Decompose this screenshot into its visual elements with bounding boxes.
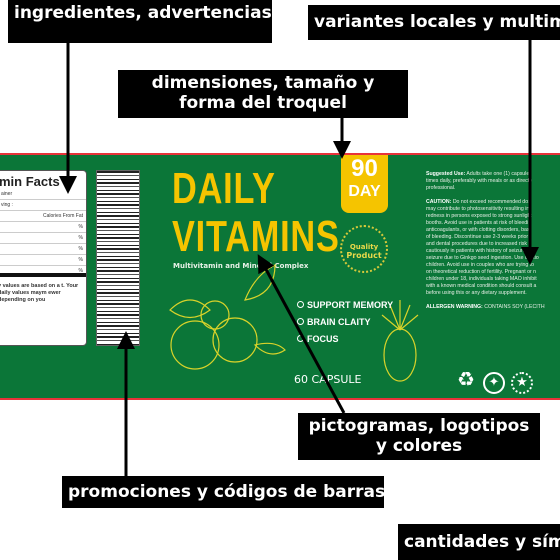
benefit-text: SUPPORT MEMORY [307, 300, 394, 310]
facts-row: % [0, 233, 86, 244]
benefit-item: BRAIN CLAITY [297, 317, 371, 327]
facts-row: ainer [0, 189, 86, 200]
nutrition-facts-panel: min Facts ainer ving : Calories From Fat… [0, 170, 87, 346]
facts-title: min Facts [0, 174, 60, 189]
facts-row: % [0, 222, 86, 233]
benefit-item: SUPPORT MEMORY [297, 300, 393, 310]
annotation-pictograms: pictogramas, logotipos y colores [298, 413, 540, 460]
day-badge: 90 DAY [341, 155, 388, 213]
text-line: of bleeding. Discontinue use 2-3 weeks p… [426, 234, 531, 240]
title-line: VITAMINS [172, 212, 340, 261]
title-line: DAILY [172, 164, 276, 213]
product-subtitle: Multivitamin and Mineral Complex [173, 262, 309, 270]
text-line: seizure due to Ginkgo seed ingestion. Us… [426, 255, 539, 261]
annotation-variants: variantes locales y multim [308, 5, 560, 40]
product-title: DAILY VITAMINS [172, 165, 340, 261]
text-line: may contribute to photosensitivity resul… [426, 206, 530, 212]
quality-product-seal-icon: ★ [511, 372, 533, 394]
directions-text: Suggested Use: Adults take one (1) capsu… [426, 171, 560, 311]
facts-row: % [0, 244, 86, 255]
allergen-warning: ALLERGEN WARNING: CONTAINS SOY (LECITH [426, 304, 560, 311]
certified-seal-icon: ✦ [483, 372, 505, 394]
annotation-ingredients: ingredientes, advertencias, direcciones [8, 0, 272, 43]
text-line: redness in persons exposed to strong sun… [426, 213, 532, 219]
annotation-promotions: promociones y códigos de barras [62, 476, 384, 508]
quality-seal-icon: Quality Product [340, 225, 388, 273]
text-line: Adults take one (1) capsule [466, 171, 530, 177]
text-line: CONTAINS SOY (LECITH [484, 304, 545, 310]
text-line: before using this or any dietary supplem… [426, 290, 527, 296]
benefit-text: FOCUS [307, 334, 339, 344]
allergen-heading: ALLERGEN WARNING: [426, 304, 483, 310]
text-line: cautiously in patients with history of s… [426, 248, 537, 254]
badge-unit: DAY [348, 183, 381, 200]
text-line: professional. [426, 185, 456, 191]
circle-icon [297, 335, 304, 342]
text-line: children under 18, individuals taking MA… [426, 276, 537, 282]
facts-row: % [0, 266, 86, 277]
caution-heading: CAUTION: [426, 199, 452, 205]
seal-main: Product [346, 251, 382, 260]
seal-top: Quality [349, 243, 379, 251]
text-line: and dental procedures due to increased r… [426, 241, 532, 247]
badge-number: 90 [351, 155, 378, 182]
barcode [96, 170, 140, 346]
text-line: booths. Avoid use in patients at risk of… [426, 220, 532, 226]
benefit-text: BRAIN CLAITY [307, 317, 371, 327]
text-line: children. Avoid use in couples who are t… [426, 262, 535, 268]
text-line: with a known medical condition should co… [426, 283, 537, 289]
text-line: times daily, preferably with meals or as… [426, 178, 532, 184]
text-line: anticoagulants, or with clotting disorde… [426, 227, 530, 233]
annotation-dimensions: dimensiones, tamaño y forma del troquel [118, 70, 408, 118]
facts-row: Calories From Fat [0, 211, 86, 222]
suggested-use: Suggested Use: Adults take one (1) capsu… [426, 171, 560, 178]
facts-footer: y values are based on a t. Your daily va… [0, 283, 79, 303]
caution: CAUTION: Do not exceed recommended dos [426, 199, 560, 206]
text-line: on theoretical reduction of fertility. P… [426, 269, 537, 275]
capsule-count: 60 CAPSULE [294, 373, 362, 386]
suggested-heading: Suggested Use: [426, 171, 466, 177]
facts-row: ving : [0, 200, 86, 211]
recycle-icon: ♻ [457, 367, 475, 391]
text-line: Do not exceed recommended dos [452, 199, 531, 205]
circle-icon [297, 301, 304, 308]
circle-icon [297, 318, 304, 325]
benefit-item: FOCUS [297, 334, 339, 344]
facts-row: % [0, 255, 86, 266]
certification-icons: ♻ ✦ ★ [455, 367, 539, 394]
annotation-quantities: cantidades y símb [398, 524, 560, 560]
